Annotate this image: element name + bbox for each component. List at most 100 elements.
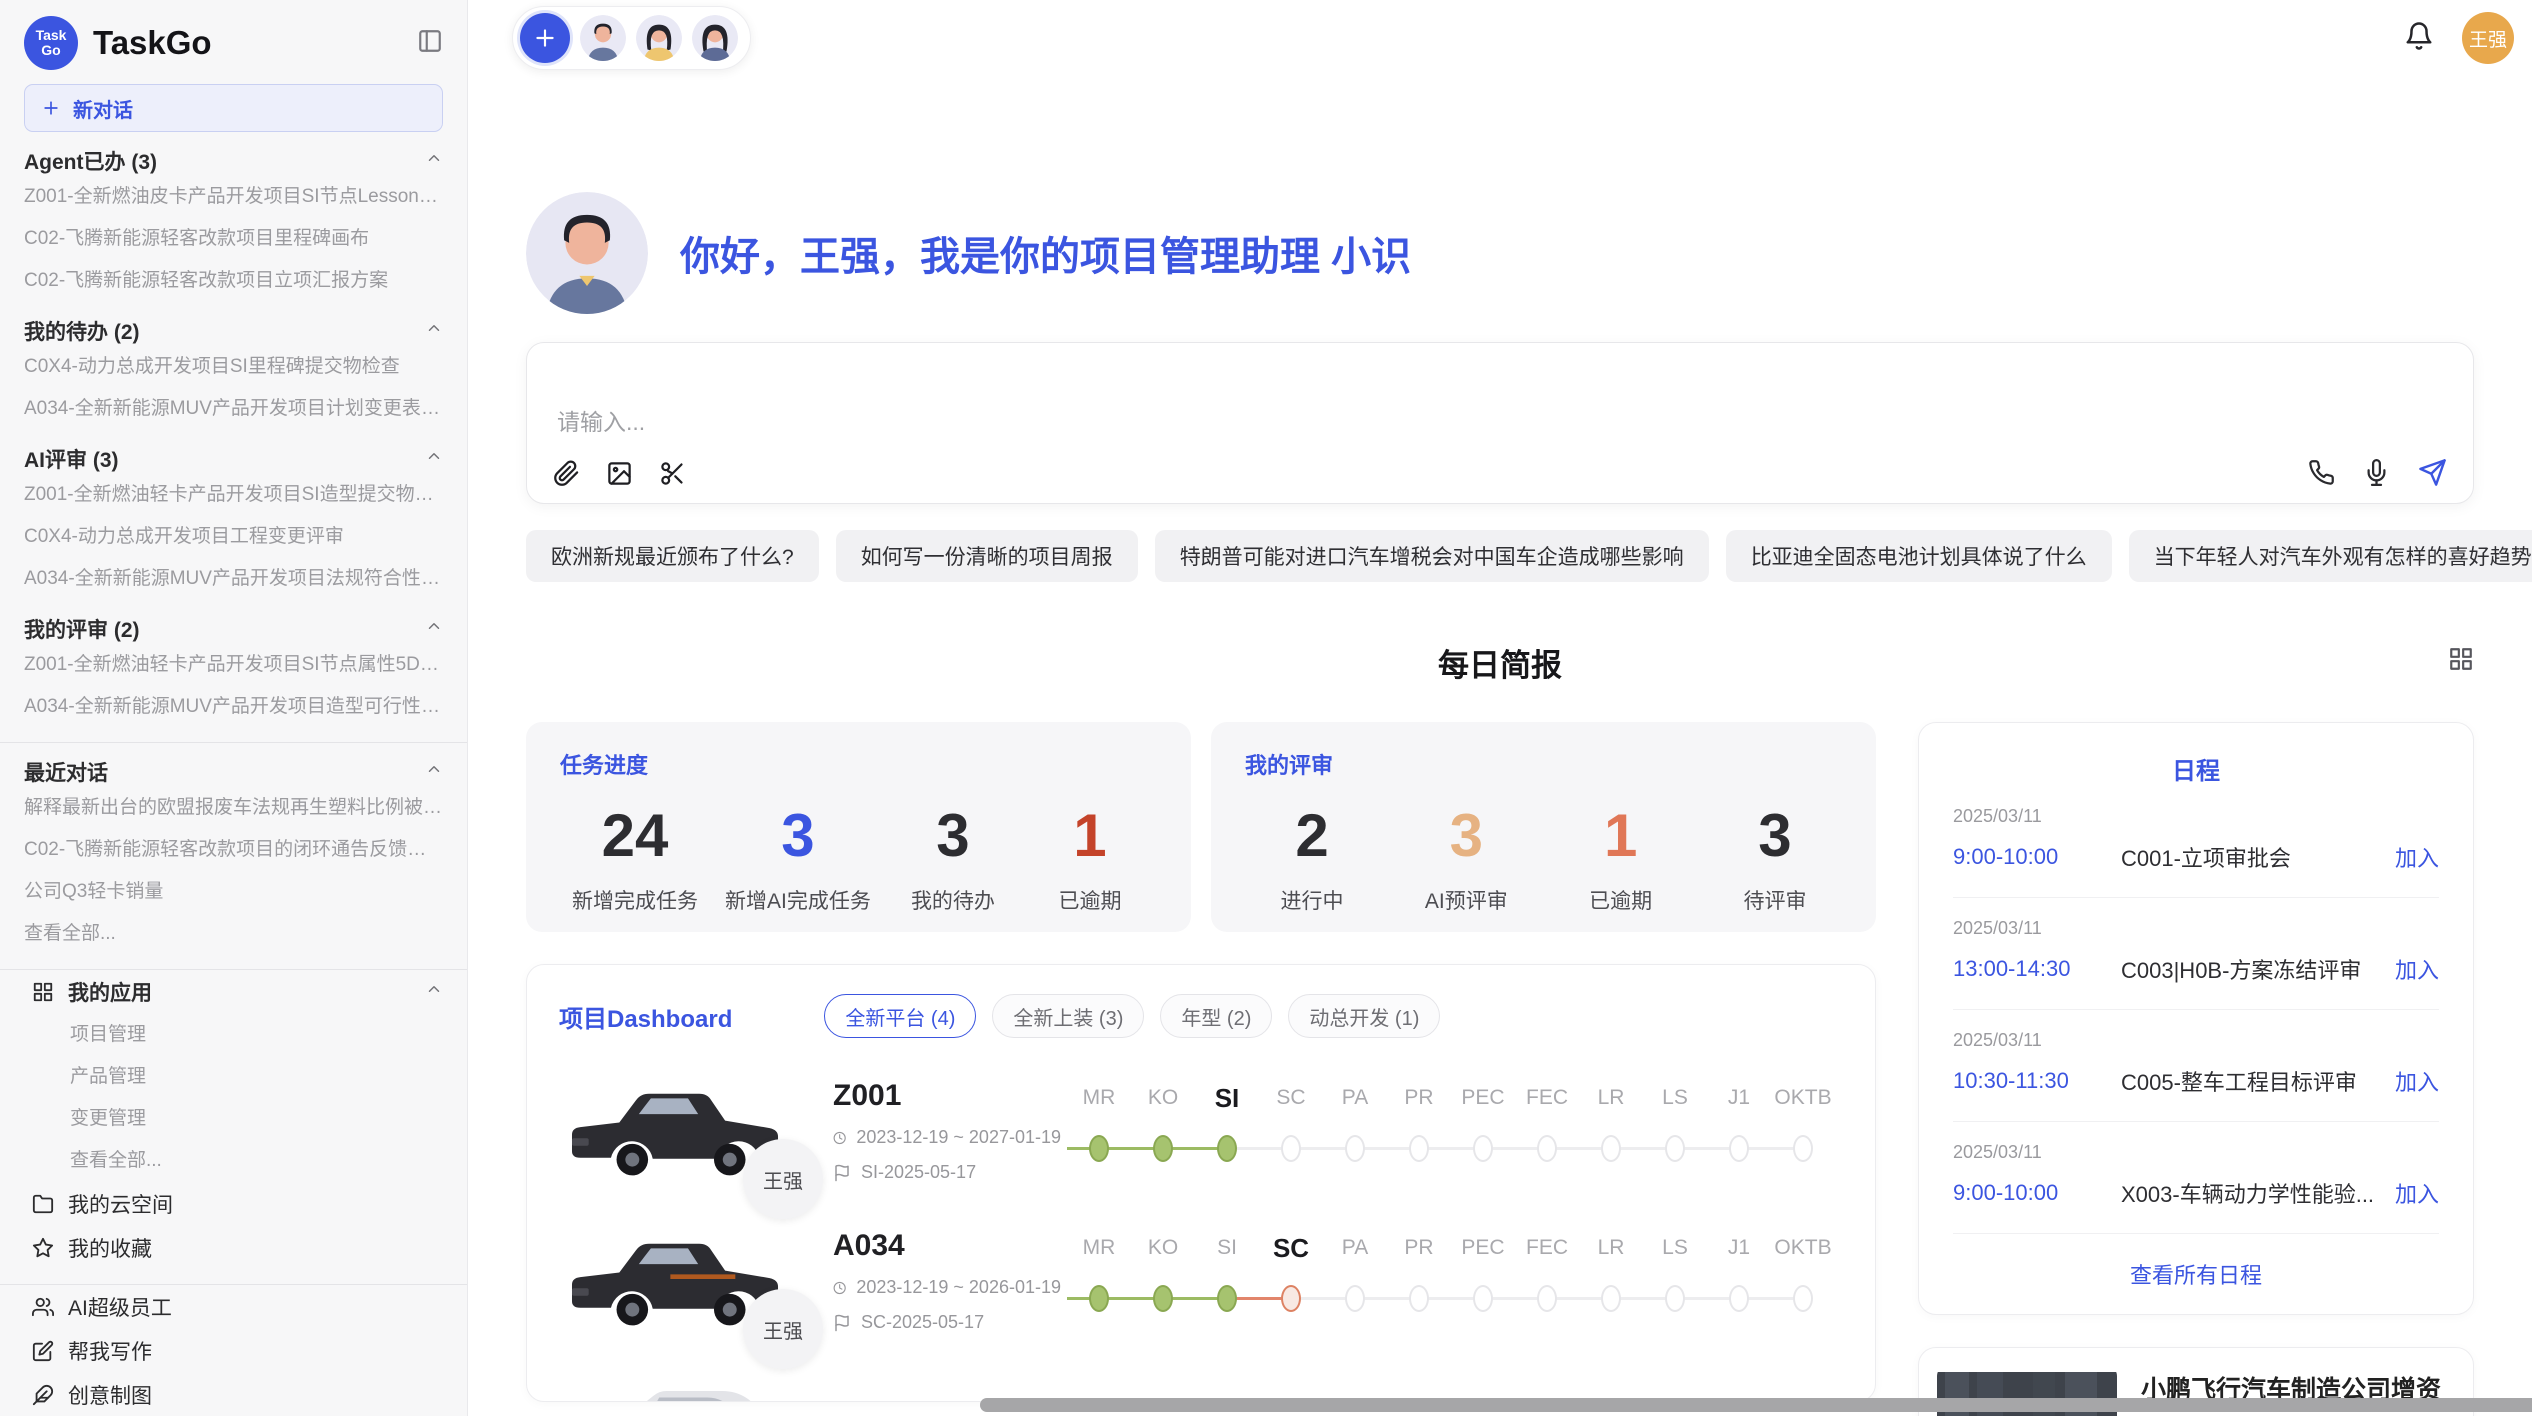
sidebar-task-item[interactable]: Z001-全新燃油轻卡产品开发项目SI节点属性5D文件评审 bbox=[24, 644, 443, 686]
phone-icon[interactable] bbox=[2308, 459, 2335, 486]
member-avatar[interactable] bbox=[580, 15, 626, 61]
chevron-up-icon[interactable] bbox=[425, 319, 443, 343]
milestone: SI bbox=[1195, 1227, 1259, 1337]
mic-icon[interactable] bbox=[2363, 459, 2390, 486]
schedule-date: 2025/03/11 bbox=[1953, 918, 2439, 939]
milestone-label: FEC bbox=[1515, 1077, 1579, 1119]
message-composer bbox=[526, 342, 2474, 504]
section-recent-chats[interactable]: 最近对话 bbox=[24, 757, 443, 787]
suggestion-chip[interactable]: 欧洲新规最近颁布了什么? bbox=[526, 530, 819, 582]
recent-chat-item[interactable]: C02-飞腾新能源轻客改款项目的闭环通告反馈情况 bbox=[24, 829, 443, 871]
scissors-icon[interactable] bbox=[659, 460, 686, 487]
sidebar-task-item[interactable]: C0X4-动力总成开发项目工程变更评审 bbox=[24, 516, 443, 558]
recent-chats-view-all[interactable]: 查看全部... bbox=[24, 913, 443, 955]
suggestion-chip[interactable]: 如何写一份清晰的项目周报 bbox=[836, 530, 1138, 582]
chevron-up-icon[interactable] bbox=[425, 617, 443, 641]
scrollbar-thumb[interactable] bbox=[980, 1398, 2532, 1412]
milestone-label: PR bbox=[1387, 1077, 1451, 1119]
sidebar-item-my-apps[interactable]: 我的应用 bbox=[24, 970, 443, 1014]
schedule-meeting-title: C005-整车工程目标评审 bbox=[2121, 1065, 2395, 1097]
project-row[interactable]: 王强 A034 2023-12-19 ~ 2026-01-19 SC-2025-… bbox=[559, 1223, 1843, 1373]
milestone-dot bbox=[1601, 1135, 1621, 1162]
paperclip-icon[interactable] bbox=[553, 460, 580, 487]
schedule-time: 10:30-11:30 bbox=[1953, 1068, 2121, 1094]
milestone: SC bbox=[1259, 1227, 1323, 1337]
join-meeting-link[interactable]: 加入 bbox=[2395, 1177, 2439, 1209]
flag-icon bbox=[833, 1314, 851, 1332]
chevron-up-icon[interactable] bbox=[425, 760, 443, 784]
message-input[interactable] bbox=[555, 401, 2445, 451]
project-name: A034 bbox=[833, 1229, 1061, 1263]
sidebar-item-favorites[interactable]: 我的收藏 bbox=[24, 1226, 443, 1270]
layout-grid-icon[interactable] bbox=[2448, 646, 2474, 677]
milestone-label: KO bbox=[1131, 1227, 1195, 1269]
stat: 3 AI预评审 bbox=[1411, 804, 1521, 915]
task-progress-title: 任务进度 bbox=[560, 748, 1157, 780]
milestone: PR bbox=[1387, 1227, 1451, 1337]
suggestion-chip[interactable]: 特朗普可能对进口汽车增税会对中国车企造成哪些影响 bbox=[1155, 530, 1709, 582]
sidebar-task-item[interactable]: C02-飞腾新能源轻客改款项目里程碑画布 bbox=[24, 218, 443, 260]
sidebar-task-item[interactable]: A034-全新新能源MUV产品开发项目造型可行性评审 bbox=[24, 686, 443, 728]
stat-value: 1 bbox=[1035, 804, 1145, 867]
project-image: 王强 bbox=[559, 1223, 791, 1335]
recent-chats-list: 解释最新出台的欧盟报废车法规再生塑料比例被调至15%...C02-飞腾新能源轻客… bbox=[24, 787, 443, 913]
join-meeting-link[interactable]: 加入 bbox=[2395, 953, 2439, 985]
join-meeting-link[interactable]: 加入 bbox=[2395, 841, 2439, 873]
user-avatar[interactable]: 王强 bbox=[2462, 12, 2514, 64]
section-my-review[interactable]: 我的评审 (2) bbox=[24, 614, 443, 644]
project-name: Z001 bbox=[833, 1079, 1061, 1113]
schedule-meeting-title: C003|H0B-方案冻结评审 bbox=[2121, 953, 2395, 985]
layout-grid-icon bbox=[32, 981, 54, 1003]
dashboard-tab[interactable]: 动总开发 (1) bbox=[1288, 994, 1440, 1038]
recent-chat-item[interactable]: 解释最新出台的欧盟报废车法规再生塑料比例被调至15%... bbox=[24, 787, 443, 829]
notification-bell-icon[interactable] bbox=[2404, 21, 2434, 56]
plus-icon bbox=[41, 98, 61, 118]
chevron-up-icon[interactable] bbox=[425, 149, 443, 173]
send-icon[interactable] bbox=[2418, 458, 2447, 487]
dashboard-tab[interactable]: 全新上装 (3) bbox=[992, 994, 1144, 1038]
app-item[interactable]: 项目管理 bbox=[24, 1014, 443, 1056]
sidebar-task-item[interactable]: A034-全新新能源MUV产品开发项目计划变更表编写 bbox=[24, 388, 443, 430]
sidebar-task-item[interactable]: C02-飞腾新能源轻客改款项目立项汇报方案 bbox=[24, 260, 443, 302]
image-icon[interactable] bbox=[606, 460, 633, 487]
milestone: LS bbox=[1643, 1227, 1707, 1337]
suggestion-chip[interactable]: 当下年轻人对汽车外观有怎样的喜好趋势 bbox=[2129, 530, 2532, 582]
milestone-dot bbox=[1281, 1285, 1301, 1312]
schedule-meeting-title: C001-立项审批会 bbox=[2121, 841, 2395, 873]
dashboard-tab[interactable]: 年型 (2) bbox=[1160, 994, 1272, 1038]
member-avatar[interactable] bbox=[692, 15, 738, 61]
app-item[interactable]: 变更管理 bbox=[24, 1098, 443, 1140]
join-meeting-link[interactable]: 加入 bbox=[2395, 1065, 2439, 1097]
new-chat-button[interactable]: 新对话 bbox=[24, 84, 443, 132]
project-row[interactable]: 王强 Z001 2023-12-19 ~ 2027-01-19 SI-2025-… bbox=[559, 1073, 1843, 1223]
section-my-todo[interactable]: 我的待办 (2) bbox=[24, 316, 443, 346]
section-ai-review[interactable]: AI评审 (3) bbox=[24, 444, 443, 474]
sidebar-task-item[interactable]: C0X4-动力总成开发项目SI里程碑提交物检查 bbox=[24, 346, 443, 388]
sidebar-task-item[interactable]: Z001-全新燃油轻卡产品开发项目SI造型提交物评审 bbox=[24, 474, 443, 516]
add-member-button[interactable] bbox=[520, 13, 570, 63]
milestone-label: LS bbox=[1643, 1077, 1707, 1119]
view-all-schedule-link[interactable]: 查看所有日程 bbox=[1953, 1258, 2439, 1294]
sidebar-item-ai-employees[interactable]: AI超级员工 bbox=[24, 1285, 443, 1329]
sidebar: Task Go TaskGo 新对话 Agent已办 (3) Z001-全新燃油… bbox=[0, 0, 468, 1416]
section-agent-done[interactable]: Agent已办 (3) bbox=[24, 146, 443, 176]
sidebar-item-help-me-write[interactable]: 帮我写作 bbox=[24, 1329, 443, 1373]
sidebar-item-cloud-space[interactable]: 我的云空间 bbox=[24, 1182, 443, 1226]
recent-chat-item[interactable]: 公司Q3轻卡销量 bbox=[24, 871, 443, 913]
sidebar-task-item[interactable]: A034-全新新能源MUV产品开发项目法规符合性评审 bbox=[24, 558, 443, 600]
sidebar-header: Task Go TaskGo bbox=[24, 14, 443, 72]
member-avatar[interactable] bbox=[636, 15, 682, 61]
pen-icon bbox=[32, 1384, 54, 1406]
dashboard-tab[interactable]: 全新平台 (4) bbox=[824, 994, 976, 1038]
project-info: Z001 2023-12-19 ~ 2027-01-19 SI-2025-05-… bbox=[833, 1073, 1061, 1183]
clock-icon bbox=[833, 1279, 846, 1297]
suggestion-chip[interactable]: 比亚迪全固态电池计划具体说了什么 bbox=[1726, 530, 2112, 582]
app-item[interactable]: 产品管理 bbox=[24, 1056, 443, 1098]
collapse-sidebar-icon[interactable] bbox=[417, 28, 443, 59]
my-apps-view-all[interactable]: 查看全部... bbox=[24, 1140, 443, 1182]
chevron-up-icon[interactable] bbox=[425, 980, 443, 1004]
project-dashboard-card: 项目Dashboard 全新平台 (4)全新上装 (3)年型 (2)动总开发 (… bbox=[526, 964, 1876, 1402]
chevron-up-icon[interactable] bbox=[425, 447, 443, 471]
sidebar-task-item[interactable]: Z001-全新燃油皮卡产品开发项目SI节点Lesson Learn报告 bbox=[24, 176, 443, 218]
sidebar-item-creative-drawing[interactable]: 创意制图 bbox=[24, 1373, 443, 1416]
